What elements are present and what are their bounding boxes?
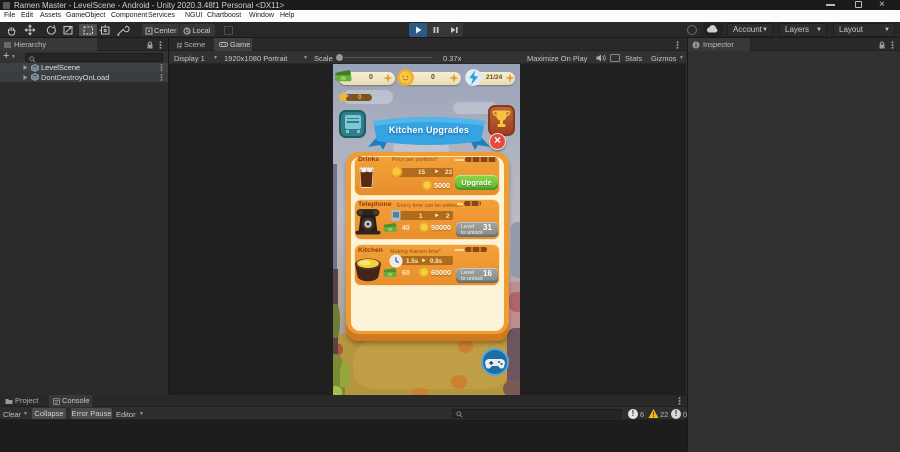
svg-text:!: ! xyxy=(652,412,654,419)
